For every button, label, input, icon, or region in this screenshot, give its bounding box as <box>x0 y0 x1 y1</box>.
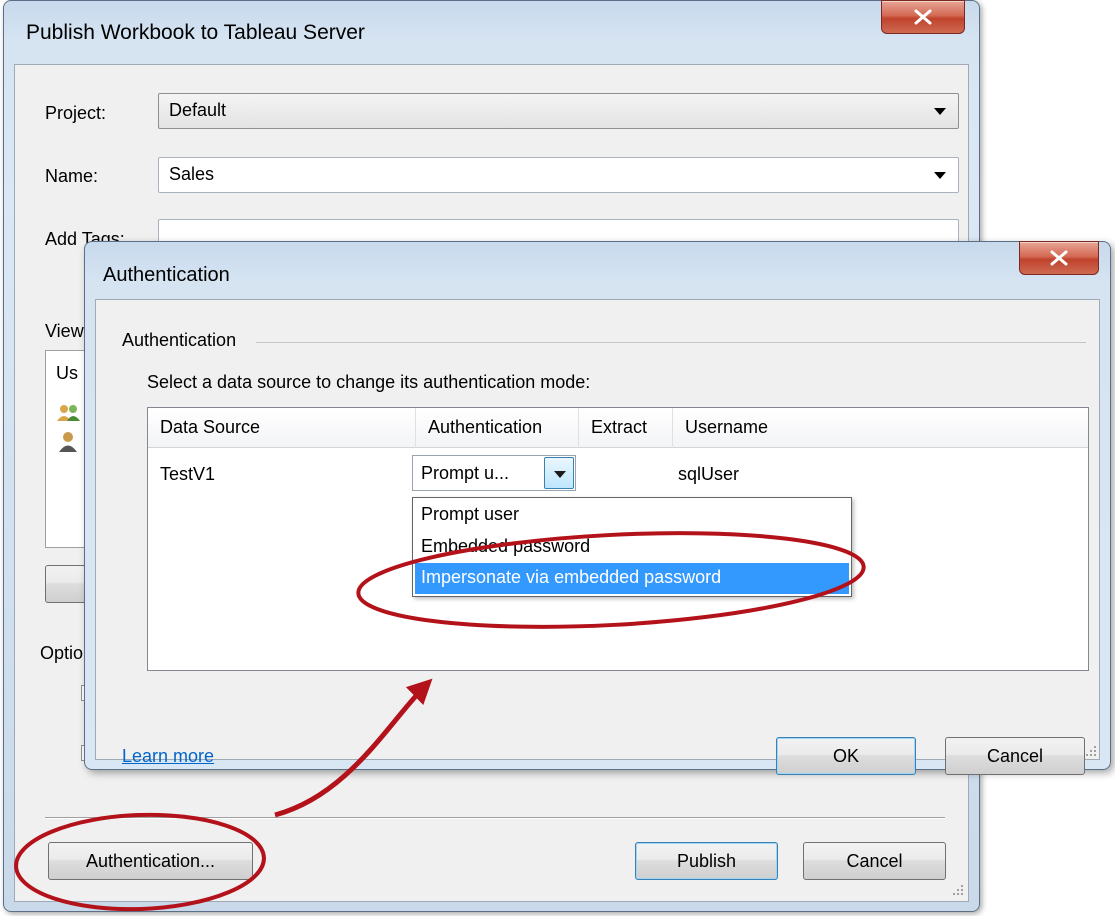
resize-grip-icon[interactable] <box>951 883 965 897</box>
chevron-down-icon[interactable] <box>544 457 574 489</box>
authentication-dialog-close-button[interactable] <box>1019 241 1099 275</box>
resize-grip-icon[interactable] <box>1084 744 1098 758</box>
learn-more-text: Learn more <box>122 746 215 766</box>
dropdown-option-embedded-password[interactable]: Embedded password <box>415 532 849 563</box>
views-label: View <box>45 321 84 341</box>
chevron-down-icon <box>934 172 946 179</box>
authentication-dialog: Authentication Authentication Select a d… <box>84 241 1111 775</box>
instruction-text: Select a data source to change its authe… <box>147 372 591 392</box>
group-icon <box>57 405 80 421</box>
authentication-dialog-body: Authentication Select a data source to c… <box>95 299 1100 775</box>
dropdown-option-impersonate[interactable]: Impersonate via embedded password <box>415 563 849 594</box>
authentication-group-label: Authentication <box>122 330 245 351</box>
footer-separator <box>45 817 945 819</box>
dropdown-option-prompt-user[interactable]: Prompt user <box>415 500 849 531</box>
authentication-cancel-button[interactable]: Cancel <box>945 737 1085 775</box>
close-icon <box>1050 250 1068 266</box>
chevron-down-icon <box>934 108 946 115</box>
authentication-dialog-title: Authentication <box>103 264 230 286</box>
publish-cancel-button[interactable]: Cancel <box>803 842 946 880</box>
publish-dialog-title: Publish Workbook to Tableau Server <box>26 21 365 44</box>
authentication-mode-value: Prompt u... <box>421 463 510 483</box>
row-username[interactable]: sqlUser <box>678 464 739 485</box>
project-label: Project: <box>45 103 107 123</box>
grid-header: Data Source Authentication Extract Usern… <box>148 408 1088 448</box>
close-icon <box>914 9 932 25</box>
publish-dialog-close-button[interactable] <box>881 0 965 34</box>
column-header-extract[interactable]: Extract <box>579 408 673 448</box>
project-select-value: Default <box>169 100 227 120</box>
column-header-authentication[interactable]: Authentication <box>416 408 579 448</box>
row-data-source[interactable]: TestV1 <box>160 464 215 485</box>
data-source-grid[interactable]: Data Source Authentication Extract Usern… <box>147 407 1089 671</box>
learn-more-link[interactable]: Learn more <box>122 746 214 767</box>
authentication-button[interactable]: Authentication... <box>48 842 253 880</box>
authentication-mode-dropdown[interactable]: Prompt user Embedded password Impersonat… <box>412 497 852 597</box>
name-combobox[interactable]: Sales <box>158 157 959 193</box>
column-header-username[interactable]: Username <box>673 408 1088 448</box>
user-icon <box>59 432 77 452</box>
users-column-header: Us <box>56 363 78 383</box>
name-label: Name: <box>45 166 99 186</box>
project-select[interactable]: Default <box>158 93 959 129</box>
options-label: Optio <box>40 643 84 663</box>
column-header-data-source[interactable]: Data Source <box>148 408 416 448</box>
publish-button[interactable]: Publish <box>635 842 778 880</box>
group-box-line <box>256 342 1086 343</box>
name-combobox-value: Sales <box>169 164 215 184</box>
ok-button[interactable]: OK <box>776 737 916 775</box>
authentication-mode-select[interactable]: Prompt u... <box>412 455 576 491</box>
